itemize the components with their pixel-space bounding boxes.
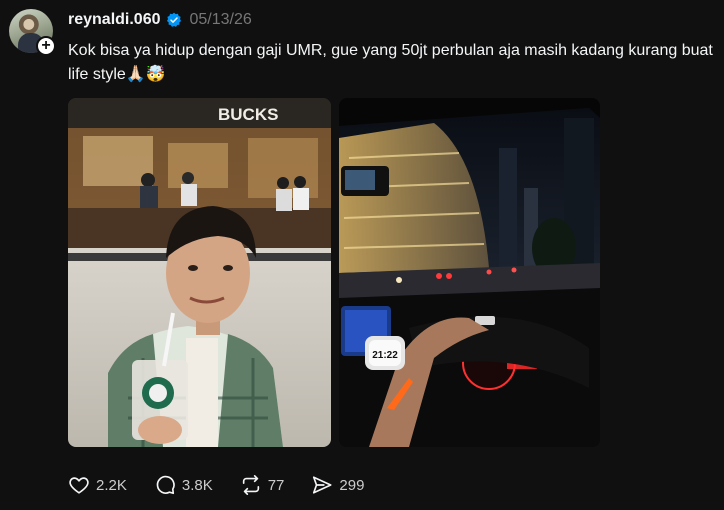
- post-date[interactable]: 05/13/26: [190, 11, 252, 29]
- reply-count: 3.8K: [181, 476, 213, 494]
- verified-badge-icon: [166, 12, 181, 27]
- store-sign-text: BUCKS: [218, 105, 278, 124]
- repost-button[interactable]: 77: [240, 472, 285, 498]
- post-photo-1[interactable]: BUCKS: [68, 98, 331, 447]
- send-icon: [313, 476, 332, 494]
- share-button[interactable]: 299: [311, 472, 364, 498]
- comment-bubble-icon: [156, 475, 175, 495]
- share-count: 299: [339, 476, 365, 494]
- post-photo-2[interactable]: 21:22: [339, 98, 600, 447]
- watch-time: 21:22: [372, 350, 398, 361]
- post-actions: 2.2K 3.8K 77 299: [68, 472, 364, 498]
- reply-button[interactable]: 3.8K: [154, 472, 213, 498]
- like-button[interactable]: 2.2K: [68, 472, 127, 498]
- post-header: reynaldi.060 05/13/26: [68, 10, 252, 30]
- post-caption: Kok bisa ya hidup dengan gaji UMR, gue y…: [68, 42, 713, 83]
- photo-car-night: 21:22: [339, 98, 600, 447]
- follow-plus-icon[interactable]: +: [36, 36, 56, 56]
- username[interactable]: reynaldi.060: [68, 11, 161, 29]
- post-card: + reynaldi.060 05/13/26 Kok bisa ya hidu…: [0, 0, 724, 510]
- heart-icon: [69, 477, 89, 494]
- photo-cafe-selfie: BUCKS: [68, 98, 331, 447]
- like-count: 2.2K: [96, 476, 127, 494]
- repost-icon: [242, 475, 259, 495]
- repost-count: 77: [267, 476, 285, 494]
